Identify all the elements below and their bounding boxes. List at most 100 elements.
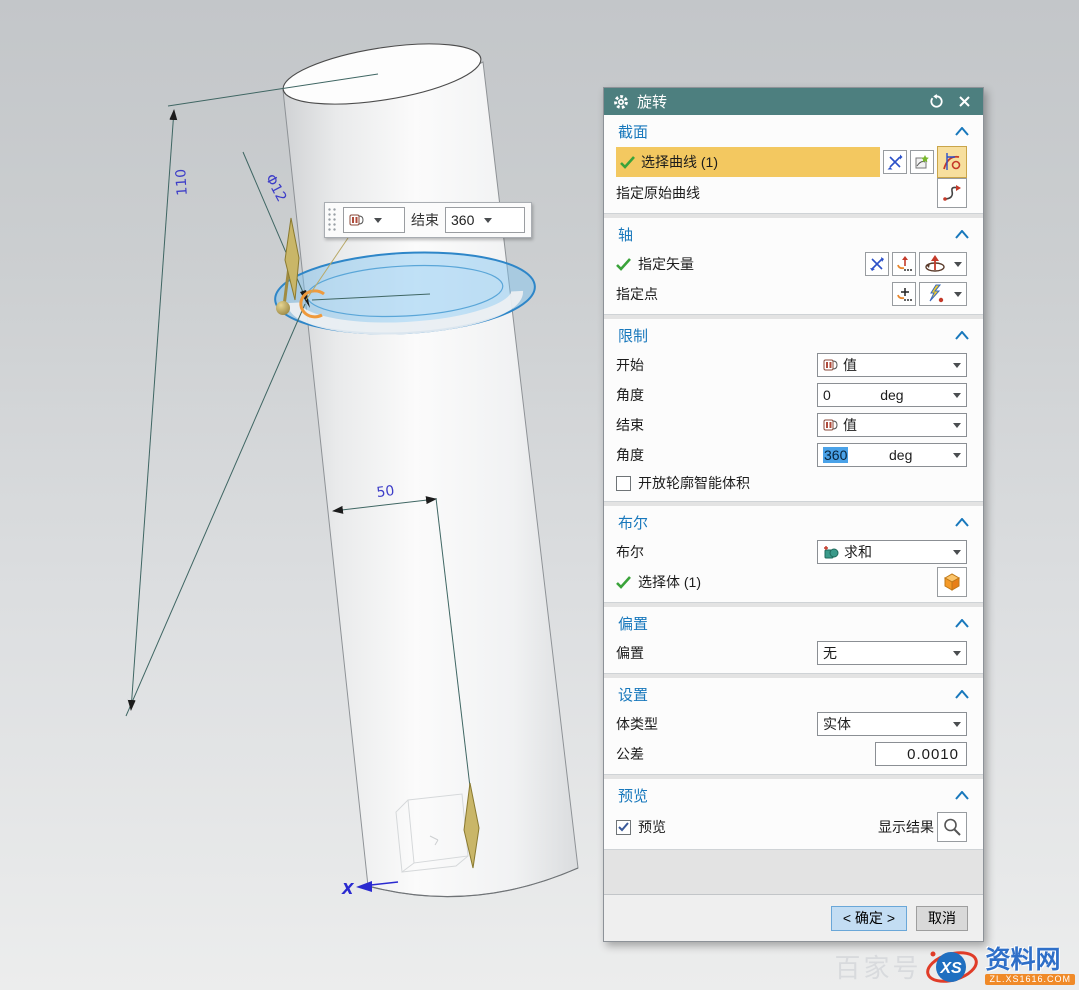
close-button[interactable] [954,92,974,112]
boolean-dropdown[interactable]: 求和 [817,540,967,564]
cancel-button[interactable]: 取消 [916,906,968,931]
revolve-dialog[interactable]: 旋转 截面 选择曲线 (1) [603,87,984,942]
open-profile-row[interactable]: 开放轮廓智能体积 [616,470,971,496]
ok-button[interactable]: < 确定 > [831,906,907,931]
end-label: 结束 [616,415,644,435]
end-mode-dropdown[interactable] [343,207,405,233]
point-dialog-button[interactable] [892,282,916,306]
reset-icon [929,94,944,109]
limits-group: 限制 开始 值 角度 0 [604,319,983,502]
select-curve-label: 选择曲线 (1) [641,152,718,172]
toolbar-grip-handle[interactable] [327,207,337,233]
offset-group: 偏置 偏置 无 [604,607,983,674]
value-mode-icon [823,418,838,432]
end-row[interactable]: 结束 值 [616,410,971,440]
dim-phi12-text[interactable]: Φ12 [262,172,290,205]
origin-ball-handle[interactable] [276,301,290,315]
curve-rule-icon [914,154,930,170]
select-curve-highlight[interactable]: 选择曲线 (1) [616,147,880,177]
offset-row[interactable]: 偏置 无 [616,638,971,668]
dropdown-arrow-icon [953,393,961,398]
preview-row[interactable]: 预览 显示结果 [616,810,971,844]
gear-icon [613,94,629,110]
check-icon [616,576,631,589]
dim-110-text[interactable]: 110 [173,168,191,196]
orig-curve-button[interactable] [937,178,967,208]
unite-icon [823,545,839,560]
specify-vector-row[interactable]: 指定矢量 [616,249,971,279]
vector-dialog-button[interactable] [892,252,916,276]
collapse-chevron-icon[interactable] [955,331,969,340]
specify-point-row[interactable]: 指定点 [616,279,971,309]
offset-value: 无 [823,643,837,663]
end-angle-input[interactable]: 360 deg [817,443,967,467]
select-curve-row[interactable]: 选择曲线 (1) [616,146,971,178]
tolerance-input[interactable]: 0.0010 [875,742,967,766]
body-type-label: 体类型 [616,714,658,734]
select-body-button[interactable] [937,567,967,597]
end-angle-value: 360 [451,212,474,228]
dialog-titlebar[interactable]: 旋转 [604,88,983,115]
body-type-value: 实体 [823,714,851,734]
curve-intent-button-active[interactable] [937,146,967,178]
solid-body-icon [941,571,963,593]
origin-curve-icon [942,183,962,203]
offset-dropdown[interactable]: 无 [817,641,967,665]
reset-button[interactable] [926,92,946,112]
value-mode-icon [823,358,838,372]
collapse-chevron-icon[interactable] [955,619,969,628]
close-icon [958,95,971,108]
tolerance-label: 公差 [616,744,644,764]
open-profile-label: 开放轮廓智能体积 [638,473,750,493]
end-angle-input[interactable]: 360 [445,207,525,233]
tolerance-value: 0.0010 [907,746,959,763]
show-result-button[interactable] [937,812,967,842]
value-mode-icon [349,213,364,227]
on-screen-input-toolbar[interactable]: 结束 360 [324,202,532,238]
reverse-arrows-icon [869,256,885,272]
settings-group-title: 设置 [618,684,648,705]
orig-curve-row[interactable]: 指定原始曲线 [616,178,971,208]
dropdown-arrow-icon [953,423,961,428]
dropdown-arrow-icon [954,262,962,267]
boolean-row[interactable]: 布尔 求和 [616,537,971,567]
watermark-prefix: 百家号 [834,948,921,985]
start-angle-input[interactable]: 0 deg [817,383,967,407]
reverse-direction-button[interactable] [883,150,907,174]
dropdown-arrow-icon [953,453,961,458]
dropdown-arrow-icon [953,550,961,555]
select-body-row[interactable]: 选择体 (1) [616,567,971,597]
collapse-chevron-icon[interactable] [955,791,969,800]
collapse-chevron-icon[interactable] [955,518,969,527]
end-mode-dropdown[interactable]: 值 [817,413,967,437]
tolerance-row[interactable]: 公差 0.0010 [616,739,971,769]
reverse-vector-button[interactable] [865,252,889,276]
magnifier-icon [942,817,962,837]
collapse-chevron-icon[interactable] [955,127,969,136]
collapse-chevron-icon[interactable] [955,690,969,699]
end-angle-row[interactable]: 角度 360 deg [616,440,971,470]
open-profile-checkbox[interactable] [616,476,631,491]
body-type-dropdown[interactable]: 实体 [817,712,967,736]
dim-50-text[interactable]: 50 [376,483,396,501]
preview-group: 预览 预览 显示结果 [604,779,983,850]
body-type-row[interactable]: 体类型 实体 [616,709,971,739]
boolean-group-title: 布尔 [618,512,648,533]
end-angle-label: 角度 [616,445,644,465]
start-angle-value: 0 [823,387,831,403]
start-angle-label: 角度 [616,385,644,405]
start-mode-dropdown[interactable]: 值 [817,353,967,377]
start-angle-row[interactable]: 角度 0 deg [616,380,971,410]
specify-point-label: 指定点 [616,284,658,304]
collapse-chevron-icon[interactable] [955,230,969,239]
vector-method-dropdown[interactable] [919,252,967,276]
boolean-value: 求和 [844,542,872,562]
start-row[interactable]: 开始 值 [616,350,971,380]
point-method-dropdown[interactable] [919,282,967,306]
settings-group: 设置 体类型 实体 公差 0.0010 [604,678,983,775]
cylinder-body[interactable] [279,33,578,897]
axis-group: 轴 指定矢量 [604,218,983,315]
preview-group-title: 预览 [618,785,648,806]
preview-checkbox[interactable] [616,820,631,835]
curve-rule-button[interactable] [910,150,934,174]
